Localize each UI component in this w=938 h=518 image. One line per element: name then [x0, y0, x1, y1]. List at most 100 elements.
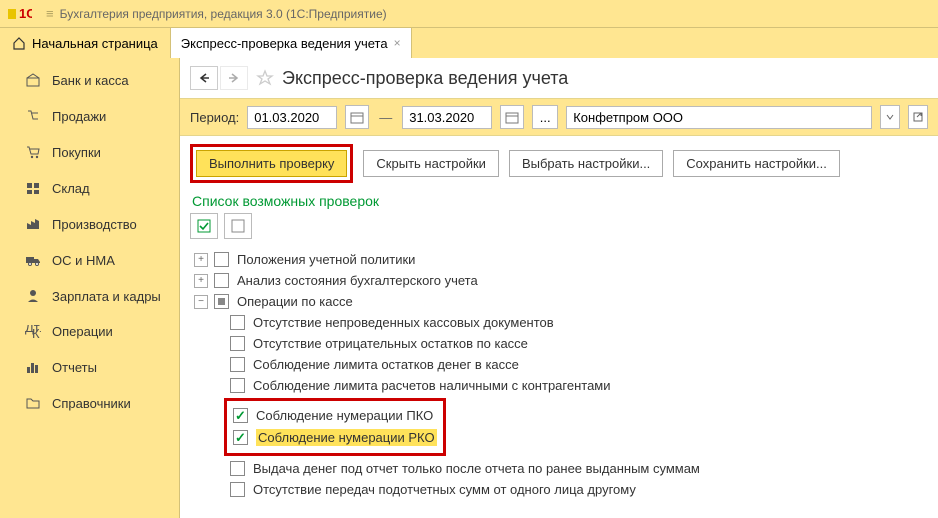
sidebar-item-label: Справочники — [52, 396, 131, 411]
tab-close-icon[interactable]: × — [394, 36, 401, 50]
home-icon — [12, 36, 26, 50]
tree-label: Анализ состояния бухгалтерского учета — [237, 273, 478, 288]
tree-label: Положения учетной политики — [237, 252, 415, 267]
bank-icon — [24, 72, 42, 88]
nav-forward-button[interactable] — [220, 66, 248, 90]
checkbox[interactable] — [230, 357, 245, 372]
sidebar-item-sales[interactable]: Продажи — [0, 98, 179, 134]
sidebar-item-label: ОС и НМА — [52, 253, 115, 268]
highlight-frame-checks: ✓ Соблюдение нумерации ПКО ✓ Соблюдение … — [224, 398, 446, 456]
checkbox[interactable] — [230, 482, 245, 497]
sidebar-item-bank[interactable]: Банк и касса — [0, 62, 179, 98]
cart-icon — [24, 144, 42, 160]
tree-row: Соблюдение лимита расчетов наличными с к… — [190, 375, 928, 396]
tree-row: Отсутствие непроведенных кассовых докуме… — [190, 312, 928, 333]
save-settings-button[interactable]: Сохранить настройки... — [673, 150, 840, 177]
tree-label: Выдача денег под отчет только после отче… — [253, 461, 700, 476]
period-bar: Период: — ... — [180, 98, 938, 136]
tab-express-check[interactable]: Экспресс-проверка ведения учета × — [171, 28, 412, 58]
tree-label: Отсутствие отрицательных остатков по кас… — [253, 336, 528, 351]
titlebar: 1C ≡ Бухгалтерия предприятия, редакция 3… — [0, 0, 938, 28]
checks-tree: + Положения учетной политики + Анализ со… — [180, 245, 938, 518]
warehouse-icon — [24, 180, 42, 196]
choose-settings-button[interactable]: Выбрать настройки... — [509, 150, 663, 177]
checkbox-checked[interactable]: ✓ — [233, 430, 248, 445]
svg-text:1C: 1C — [19, 7, 32, 21]
chart-icon — [24, 359, 42, 375]
run-check-button[interactable]: Выполнить проверку — [196, 150, 347, 177]
app-title: Бухгалтерия предприятия, редакция 3.0 (1… — [60, 7, 387, 21]
sidebar-item-salary[interactable]: Зарплата и кадры — [0, 278, 179, 314]
sidebar-item-operations[interactable]: ДтКт Операции — [0, 314, 179, 349]
svg-text:Кт: Кт — [32, 326, 41, 339]
tree-label: Операции по кассе — [237, 294, 353, 309]
sidebar-item-references[interactable]: Справочники — [0, 385, 179, 421]
sidebar-item-production[interactable]: Производство — [0, 206, 179, 242]
tree-row: + Положения учетной политики — [190, 249, 928, 270]
check-all-button[interactable] — [190, 213, 218, 239]
tab-home[interactable]: Начальная страница — [0, 28, 171, 58]
checkbox-partial[interactable] — [214, 294, 229, 309]
checkbox[interactable] — [230, 336, 245, 351]
sidebar-item-label: Отчеты — [52, 360, 97, 375]
sidebar-item-warehouse[interactable]: Склад — [0, 170, 179, 206]
tree-row: − Операции по кассе — [190, 291, 928, 312]
sidebar-item-assets[interactable]: ОС и НМА — [0, 242, 179, 278]
organization-input[interactable] — [566, 106, 872, 129]
calendar-to-button[interactable] — [500, 105, 524, 129]
period-select-button[interactable]: ... — [532, 105, 558, 129]
tree-label: Соблюдение лимита расчетов наличными с к… — [253, 378, 611, 393]
period-to-input[interactable] — [402, 106, 492, 129]
expand-toggle[interactable]: + — [194, 253, 208, 267]
checkbox[interactable] — [230, 461, 245, 476]
sidebar-item-label: Операции — [52, 324, 113, 339]
app-logo-icon: 1C — [8, 6, 32, 22]
tabbar: Начальная страница Экспресс-проверка вед… — [0, 28, 938, 58]
tab-home-label: Начальная страница — [32, 36, 158, 51]
checkbox[interactable] — [214, 273, 229, 288]
tree-row: + Анализ состояния бухгалтерского учета — [190, 270, 928, 291]
folder-icon — [24, 395, 42, 411]
sidebar-item-label: Зарплата и кадры — [52, 289, 161, 304]
period-dash: — — [379, 110, 392, 125]
tree-row: Соблюдение лимита остатков денег в кассе — [190, 354, 928, 375]
sidebar-item-reports[interactable]: Отчеты — [0, 349, 179, 385]
tree-row: ✓ Соблюдение нумерации ПКО — [233, 405, 437, 426]
main-header: Экспресс-проверка ведения учета — [180, 58, 938, 98]
titlebar-separator: ≡ — [46, 6, 54, 21]
sidebar-item-purchases[interactable]: Покупки — [0, 134, 179, 170]
action-bar: Выполнить проверку Скрыть настройки Выбр… — [180, 136, 938, 191]
favorite-star-icon[interactable] — [256, 69, 274, 87]
tree-label: Соблюдение нумерации РКО — [256, 429, 437, 446]
org-open-button[interactable] — [908, 105, 928, 129]
period-from-input[interactable] — [247, 106, 337, 129]
checkbox[interactable] — [230, 315, 245, 330]
expand-toggle[interactable]: + — [194, 274, 208, 288]
sidebar-item-label: Продажи — [52, 109, 106, 124]
list-toolbar — [180, 213, 938, 245]
calendar-from-button[interactable] — [345, 105, 369, 129]
tree-label: Отсутствие передач подотчетных сумм от о… — [253, 482, 636, 497]
uncheck-all-button[interactable] — [224, 213, 252, 239]
highlight-frame-run: Выполнить проверку — [190, 144, 353, 183]
sidebar-item-label: Банк и касса — [52, 73, 129, 88]
collapse-toggle[interactable]: − — [194, 295, 208, 309]
person-icon — [24, 288, 42, 304]
org-dropdown-button[interactable] — [880, 105, 900, 129]
production-icon — [24, 216, 42, 232]
tree-label: Соблюдение лимита остатков денег в кассе — [253, 357, 519, 372]
checkbox-checked[interactable]: ✓ — [233, 408, 248, 423]
checkbox[interactable] — [214, 252, 229, 267]
operations-icon: ДтКт — [24, 325, 42, 339]
nav-back-button[interactable] — [190, 66, 218, 90]
sidebar-item-label: Производство — [52, 217, 137, 232]
checkbox[interactable] — [230, 378, 245, 393]
hide-settings-button[interactable]: Скрыть настройки — [363, 150, 499, 177]
tree-label: Отсутствие непроведенных кассовых докуме… — [253, 315, 554, 330]
tree-row: Отсутствие передач подотчетных сумм от о… — [190, 479, 928, 500]
sidebar: Банк и касса Продажи Покупки Склад Произ… — [0, 58, 180, 518]
checks-list-header: Список возможных проверок — [180, 191, 938, 213]
tab-active-label: Экспресс-проверка ведения учета — [181, 36, 388, 51]
period-label: Период: — [190, 110, 239, 125]
sales-icon — [24, 108, 42, 124]
